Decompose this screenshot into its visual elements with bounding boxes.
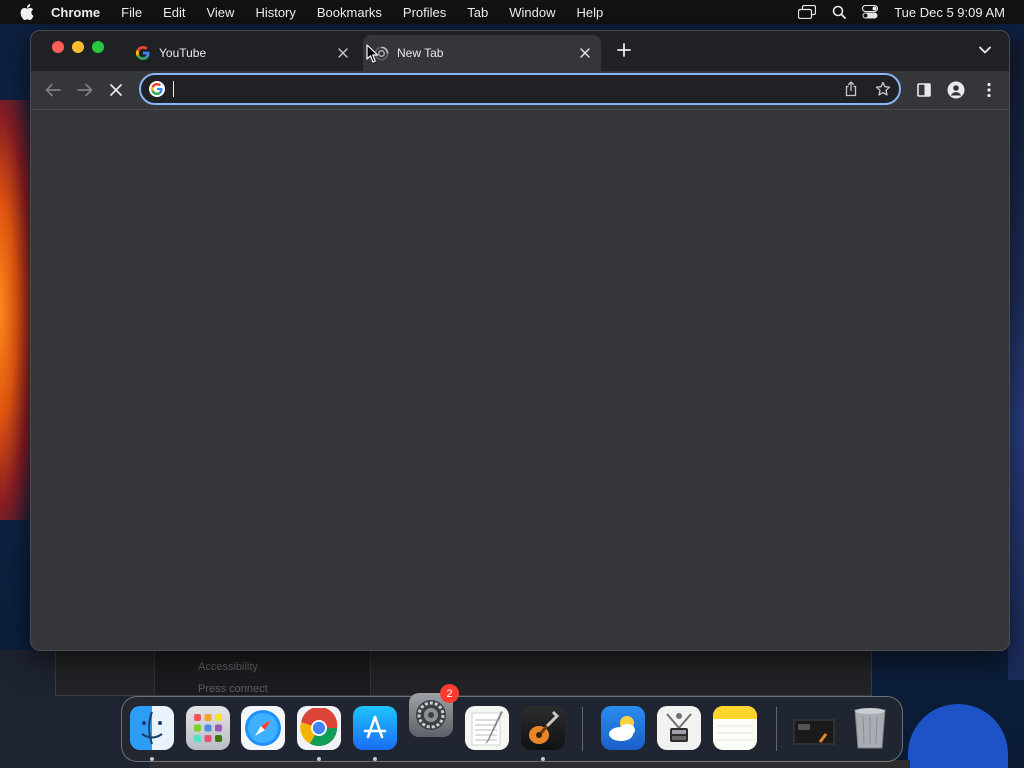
apple-menu-icon[interactable] — [20, 4, 34, 20]
text-caret — [173, 81, 174, 97]
forward-arrow-icon[interactable] — [75, 80, 95, 100]
spotlight-search-icon[interactable] — [832, 5, 847, 19]
wallpaper-accent-left — [0, 100, 34, 520]
dock-separator — [582, 707, 583, 751]
running-indicator — [317, 757, 321, 761]
menu-bookmarks[interactable]: Bookmarks — [317, 5, 382, 20]
tab-title: New Tab — [397, 46, 444, 60]
weather-icon[interactable] — [601, 706, 645, 750]
tab-search-chevron-down-icon[interactable] — [977, 42, 993, 58]
menu-bar-status-area: Tue Dec 5 9:09 AM — [782, 0, 1005, 24]
wallpaper-accent-right — [1008, 40, 1024, 680]
chrome-icon[interactable] — [297, 706, 341, 750]
window-close-button[interactable] — [52, 41, 64, 53]
window-zoom-button[interactable] — [92, 41, 104, 53]
google-icon — [135, 45, 151, 61]
running-indicator — [541, 757, 545, 761]
dock — [121, 693, 903, 762]
menu-tab[interactable]: Tab — [467, 5, 488, 20]
tab-title: YouTube — [159, 46, 207, 60]
menu-window[interactable]: Window — [509, 5, 555, 20]
finder-icon[interactable] — [130, 706, 174, 750]
running-indicator — [373, 757, 377, 761]
control-center-icon[interactable] — [862, 5, 879, 19]
background-window-text-1: Accessibility — [198, 661, 258, 673]
menu-bar: Chrome File Edit View History Bookmarks … — [0, 0, 1024, 24]
system-information-icon[interactable] — [657, 706, 701, 750]
menu-history[interactable]: History — [255, 5, 295, 20]
launchpad-icon[interactable] — [186, 706, 230, 750]
tab-close-icon[interactable] — [577, 45, 593, 61]
toolbar — [31, 71, 1009, 110]
profile-avatar-icon[interactable] — [946, 80, 966, 100]
menu-app-name[interactable]: Chrome — [51, 5, 100, 20]
new-tab-plus-icon[interactable] — [614, 40, 634, 60]
back-arrow-icon[interactable] — [43, 80, 63, 100]
textedit-icon[interactable] — [465, 706, 509, 750]
menu-help[interactable]: Help — [577, 5, 604, 20]
address-bar[interactable] — [139, 73, 901, 105]
mouse-pointer-icon — [366, 44, 380, 64]
background-window: Accessibility Press connect — [55, 648, 872, 696]
share-icon[interactable] — [843, 81, 859, 97]
menu-view[interactable]: View — [206, 5, 234, 20]
background-window-text-2: Press connect — [198, 683, 268, 695]
menu-profiles[interactable]: Profiles — [403, 5, 446, 20]
menu-bar-clock[interactable]: Tue Dec 5 9:09 AM — [894, 5, 1005, 20]
chrome-window: YouTube New Tab — [30, 30, 1010, 651]
background-window-blue-shape — [908, 704, 1008, 768]
garageband-icon[interactable] — [521, 706, 565, 750]
tab-close-icon[interactable] — [335, 45, 351, 61]
tab-youtube[interactable]: YouTube — [125, 35, 359, 71]
menu-file[interactable]: File — [121, 5, 142, 20]
folder-stack-icon[interactable] — [792, 706, 836, 750]
bookmark-star-icon[interactable] — [875, 81, 891, 97]
tab-new-tab[interactable]: New Tab — [363, 35, 601, 71]
screen-mirroring-icon[interactable] — [798, 5, 817, 19]
app-store-icon[interactable] — [353, 706, 397, 750]
side-panel-icon[interactable] — [914, 80, 934, 100]
trash-icon[interactable] — [848, 706, 892, 750]
window-minimize-button[interactable] — [72, 41, 84, 53]
address-input[interactable] — [171, 79, 811, 99]
more-options-icon[interactable] — [979, 80, 999, 100]
page-content[interactable] — [31, 110, 1009, 650]
menu-edit[interactable]: Edit — [163, 5, 185, 20]
dock-separator — [776, 707, 777, 751]
notification-badge: 2 — [440, 684, 459, 703]
notes-icon[interactable] — [713, 706, 757, 750]
safari-icon[interactable] — [241, 706, 285, 750]
stop-loading-close-icon[interactable] — [106, 80, 126, 100]
running-indicator — [150, 757, 154, 761]
google-icon — [149, 81, 165, 97]
tab-strip: YouTube New Tab — [31, 31, 1009, 71]
